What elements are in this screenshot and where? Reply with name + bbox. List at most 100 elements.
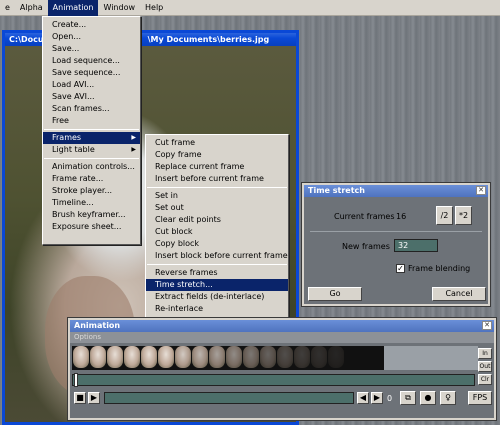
scrub-bar[interactable] (104, 392, 354, 404)
new-frames-label: New frames (342, 242, 390, 251)
out-button[interactable]: Out (478, 361, 492, 372)
frame-thumbnail[interactable] (328, 346, 344, 368)
light-bulb-icon[interactable]: ♀ (440, 391, 456, 405)
frame-thumbnail[interactable] (209, 346, 225, 368)
onion-skin-icon[interactable]: ⧉ (400, 391, 416, 405)
menu-animation[interactable]: Animation (47, 0, 99, 16)
image-window-title-prefix: C:\Docu (9, 35, 44, 44)
frame-thumbnail[interactable] (294, 346, 310, 368)
current-frames-value: 16 (396, 212, 407, 221)
frame-thumbnail[interactable] (141, 346, 157, 368)
menu-item-copy-block[interactable]: Copy block (146, 238, 288, 250)
frame-thumbnail[interactable] (243, 346, 259, 368)
menu-window[interactable]: Window (98, 0, 140, 16)
animation-title-bar[interactable]: Animation ✕ (70, 320, 494, 332)
frame-thumbnail[interactable] (192, 346, 208, 368)
menu-item-frame-rate[interactable]: Frame rate... (43, 173, 140, 185)
play-button[interactable]: ▶ (88, 392, 100, 404)
clr-button[interactable]: Clr (478, 374, 492, 385)
menu-separator (147, 187, 287, 188)
stop-button[interactable]: ■ (74, 392, 86, 404)
frame-thumbnail[interactable] (107, 346, 123, 368)
menu-item-load-sequence[interactable]: Load sequence... (43, 55, 140, 67)
frame-blending-label: Frame blending (408, 264, 471, 273)
options-label: Options (74, 333, 102, 341)
menu-item-load-avi[interactable]: Load AVI... (43, 79, 140, 91)
frame-thumbnail[interactable] (311, 346, 327, 368)
double-frames-button[interactable]: *2 (455, 206, 472, 225)
animation-window-title: Animation (74, 321, 121, 330)
time-stretch-title: Time stretch (308, 186, 365, 195)
prev-frame-button[interactable]: ◀ (357, 392, 369, 404)
menu-item-save[interactable]: Save... (43, 43, 140, 55)
animation-menu: Create... Open... Save... Load sequence.… (42, 16, 141, 245)
close-icon[interactable]: ✕ (476, 186, 486, 195)
frame-thumbnail[interactable] (158, 346, 174, 368)
menu-item-reverse-frames[interactable]: Reverse frames (146, 267, 288, 279)
image-window-title-suffix: \My Documents\berries.jpg (147, 35, 270, 44)
time-stretch-dialog: Time stretch ✕ Current frames 16 /2 *2 N… (302, 183, 490, 306)
close-icon[interactable]: ✕ (482, 321, 492, 330)
menu-item-stroke-player[interactable]: Stroke player... (43, 185, 140, 197)
frames-strip[interactable] (72, 346, 384, 370)
frame-thumbnail[interactable] (73, 346, 89, 368)
divider (310, 231, 482, 232)
menu-item-replace-frame[interactable]: Replace current frame (146, 161, 288, 173)
new-frames-input[interactable]: 32 (394, 239, 438, 252)
menu-item-light-table-label: Light table (52, 145, 95, 154)
frame-thumbnail[interactable] (90, 346, 106, 368)
frame-thumbnail[interactable] (226, 346, 242, 368)
timeline-cursor[interactable] (74, 373, 78, 387)
menu-item-save-sequence[interactable]: Save sequence... (43, 67, 140, 79)
go-button[interactable]: Go (308, 287, 362, 301)
menu-item-time-stretch[interactable]: Time stretch... (146, 279, 288, 291)
menu-item-timeline[interactable]: Timeline... (43, 197, 140, 209)
frames-submenu: Cut frame Copy frame Replace current fra… (145, 134, 289, 327)
submenu-arrow-icon: ▶ (131, 146, 136, 153)
time-stretch-title-bar[interactable]: Time stretch ✕ (304, 185, 488, 197)
menu-alpha[interactable]: Alpha (15, 0, 48, 16)
frame-thumbnail[interactable] (277, 346, 293, 368)
in-button[interactable]: In (478, 348, 492, 359)
frame-thumbnail[interactable] (260, 346, 276, 368)
menu-separator (147, 264, 287, 265)
menu-help[interactable]: Help (140, 0, 168, 16)
menu-item-free[interactable]: Free (43, 115, 140, 127)
next-frame-button[interactable]: ▶ (371, 392, 383, 404)
menu-item-save-avi[interactable]: Save AVI... (43, 91, 140, 103)
frame-blending-checkbox[interactable]: ✓ (396, 264, 405, 273)
submenu-arrow-icon: ▶ (131, 134, 136, 141)
menu-item-clear-edit-points[interactable]: Clear edit points (146, 214, 288, 226)
options-bar[interactable]: Options (70, 332, 494, 343)
menu-item-create[interactable]: Create... (43, 19, 140, 31)
frame-thumbnail[interactable] (175, 346, 191, 368)
menu-item-re-interlace[interactable]: Re-interlace (146, 303, 288, 315)
menu-item-frames[interactable]: Frames ▶ (43, 132, 140, 144)
animation-window: Animation ✕ Options In Out Clr ■ ▶ ◀ ▶ 0… (68, 318, 496, 420)
menu-item-extract-fields[interactable]: Extract fields (de-interlace) (146, 291, 288, 303)
record-icon[interactable]: ● (420, 391, 436, 405)
menu-item-set-in[interactable]: Set in (146, 190, 288, 202)
frame-thumbnail[interactable] (124, 346, 140, 368)
menu-item-exposure-sheet[interactable]: Exposure sheet... (43, 221, 140, 233)
menu-item-insert-block[interactable]: Insert block before current frame (146, 250, 288, 262)
halve-frames-button[interactable]: /2 (436, 206, 453, 225)
timeline-track[interactable] (72, 374, 475, 386)
menu-item-insert-before-frame[interactable]: Insert before current frame (146, 173, 288, 185)
menu-item-brush-keyframer[interactable]: Brush keyframer... (43, 209, 140, 221)
menu-item-set-out[interactable]: Set out (146, 202, 288, 214)
cancel-button[interactable]: Cancel (432, 287, 486, 301)
menu-item-scan-frames[interactable]: Scan frames... (43, 103, 140, 115)
menu-item-light-table[interactable]: Light table ▶ (43, 144, 140, 156)
fps-button[interactable]: FPS (468, 391, 492, 405)
menu-item-cut-block[interactable]: Cut block (146, 226, 288, 238)
frame-counter: 0 (387, 394, 393, 403)
menu-edit-partial[interactable]: e (0, 0, 15, 16)
menu-separator (44, 158, 139, 159)
menu-separator (44, 129, 139, 130)
menu-item-animation-controls[interactable]: Animation controls... (43, 161, 140, 173)
menu-item-cut-frame[interactable]: Cut frame (146, 137, 288, 149)
menu-item-copy-frame[interactable]: Copy frame (146, 149, 288, 161)
menu-item-open[interactable]: Open... (43, 31, 140, 43)
menu-bar: e Alpha Animation Window Help (0, 0, 500, 16)
